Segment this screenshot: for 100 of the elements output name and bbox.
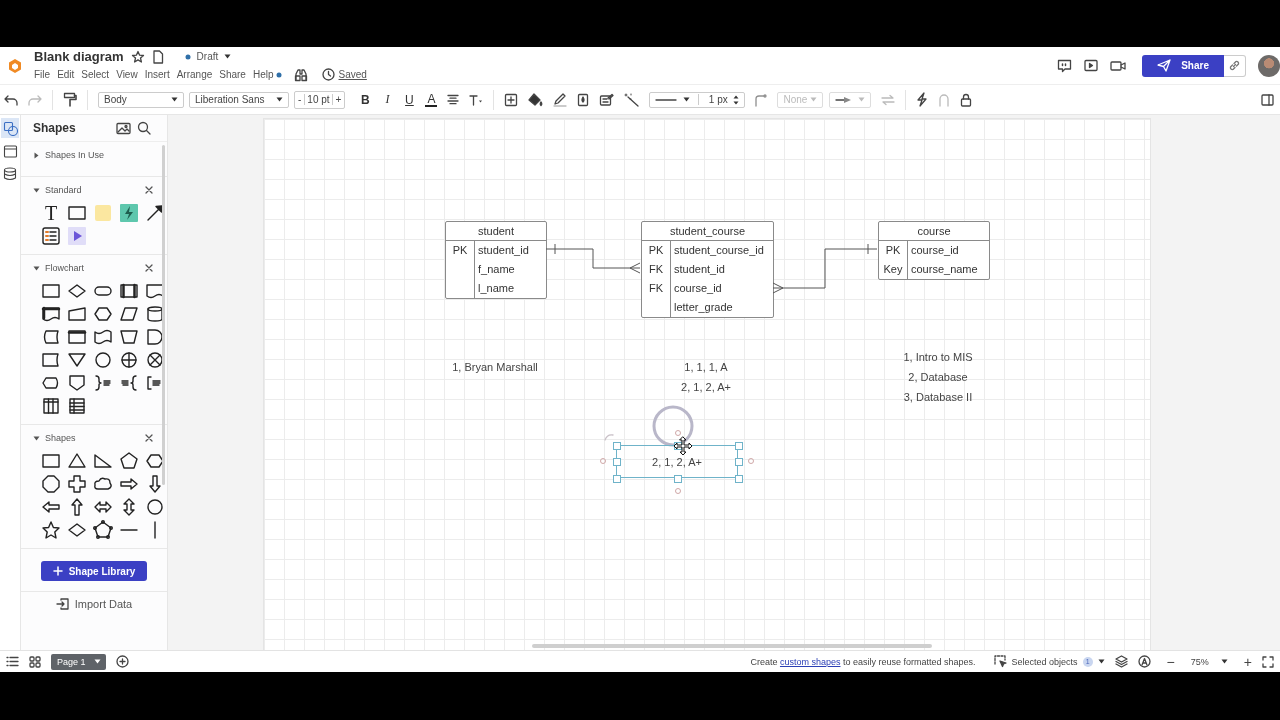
rotate-handle-icon[interactable] [604, 433, 614, 441]
circle-cross-icon[interactable] [145, 350, 165, 370]
document-icon[interactable] [145, 281, 165, 301]
line-end-dropdown[interactable] [829, 91, 872, 108]
align-icon[interactable] [447, 94, 460, 105]
delay-icon[interactable] [145, 327, 165, 347]
resize-handle[interactable] [735, 475, 743, 483]
entity-table[interactable]: student PK student_id f_name l_name [445, 221, 547, 299]
text-tool[interactable]: T [41, 203, 61, 223]
stored-data-icon[interactable] [41, 327, 61, 347]
list-table-icon[interactable] [67, 396, 87, 416]
text-label[interactable]: 1, Intro to MIS [903, 347, 973, 367]
magic-wand-icon[interactable] [624, 92, 640, 107]
hexagon-icon[interactable] [93, 304, 113, 324]
circle-icon[interactable] [145, 497, 165, 517]
menu-item[interactable]: Edit [57, 69, 75, 80]
search-icon[interactable] [137, 121, 151, 135]
status-dropdown[interactable]: Draft [184, 51, 232, 62]
brace-icon[interactable] [93, 373, 113, 393]
cross-icon[interactable] [67, 474, 87, 494]
off-page-icon[interactable] [67, 373, 87, 393]
share-button[interactable]: Share [1142, 54, 1224, 77]
menu-item[interactable]: Arrange [176, 69, 213, 80]
parallelogram-icon[interactable] [119, 304, 139, 324]
lock-icon[interactable] [960, 92, 973, 107]
entity-table[interactable]: student_course PK student_course_id FK student_id FK course_id letter_grade [641, 221, 774, 318]
entity-table[interactable]: course PK course_id Key course_name [878, 221, 990, 280]
binoculars-icon[interactable] [293, 67, 308, 82]
section-header[interactable]: Shapes [33, 433, 76, 443]
connector-style-icon[interactable] [755, 92, 768, 107]
manual-input-icon[interactable] [67, 304, 87, 324]
side-panel-icon[interactable] [1261, 93, 1274, 106]
shadow-icon[interactable] [577, 92, 590, 107]
cylinder-icon[interactable] [145, 304, 165, 324]
text-label[interactable]: 2, 1, 2, A+ [681, 377, 731, 397]
polygon-icon[interactable] [93, 520, 113, 540]
text-label[interactable]: 1, Bryan Marshall [452, 357, 538, 377]
font-dropdown[interactable]: Liberation Sans [189, 91, 289, 108]
underline-button[interactable]: U [403, 92, 416, 107]
format-painter-icon[interactable] [63, 92, 77, 107]
image-icon[interactable] [116, 121, 131, 135]
document-icon[interactable] [151, 49, 164, 64]
resize-handle[interactable] [674, 475, 682, 483]
custom-shapes-link[interactable]: custom shapes [779, 656, 841, 667]
style-icon[interactable] [599, 92, 615, 107]
rectangle-icon[interactable] [67, 203, 87, 223]
list-view-icon[interactable] [6, 656, 19, 667]
video-icon[interactable] [1110, 59, 1127, 72]
layers-icon[interactable] [1114, 655, 1128, 668]
close-icon[interactable] [145, 264, 153, 272]
italic-button[interactable]: I [381, 92, 394, 107]
menu-item[interactable]: View [116, 69, 138, 80]
font-size-stepper[interactable]: - 10 pt + [294, 90, 346, 109]
zoom-in-button[interactable]: + [1243, 653, 1252, 670]
octagon-icon[interactable] [41, 474, 61, 494]
document-icon[interactable] [41, 304, 61, 324]
zoom-out-button[interactable]: − [1166, 653, 1175, 670]
rectangle-icon[interactable] [41, 281, 61, 301]
grid-view-icon[interactable] [29, 655, 41, 668]
scrollbar[interactable] [162, 145, 165, 485]
line-style-dropdown[interactable]: 1 px [649, 91, 746, 108]
relationship-connector[interactable] [545, 243, 641, 274]
zoom-dropdown[interactable]: 75% [1190, 656, 1228, 667]
section-header[interactable]: Flowchart [33, 263, 84, 273]
circle-plus-icon[interactable] [119, 350, 139, 370]
import-data-link[interactable]: Import Data [55, 598, 133, 610]
circle-icon[interactable] [93, 350, 113, 370]
copy-link-button[interactable] [1224, 54, 1246, 77]
hexagon-icon[interactable] [145, 451, 165, 471]
bold-button[interactable]: B [359, 92, 372, 107]
menu-item[interactable]: Help [252, 69, 274, 80]
menu-item[interactable]: Share [219, 69, 246, 80]
card-icon[interactable] [41, 350, 61, 370]
close-icon[interactable] [145, 434, 153, 442]
section-header[interactable]: Standard [33, 185, 82, 195]
rectangle-icon[interactable] [41, 451, 61, 471]
menu-item[interactable]: Insert [144, 69, 170, 80]
fullscreen-icon[interactable] [1262, 655, 1274, 668]
text-label[interactable]: 2, Database [908, 367, 968, 387]
text-label[interactable]: 1, 1, 1, A [684, 357, 728, 377]
text-options-icon[interactable] [469, 93, 484, 106]
saved-link[interactable]: Saved [338, 69, 367, 80]
resize-handle[interactable] [613, 475, 621, 483]
present-icon[interactable] [1084, 59, 1099, 72]
comment-icon[interactable] [1057, 58, 1073, 73]
container-icon[interactable] [504, 92, 519, 107]
add-page-icon[interactable] [115, 655, 129, 668]
trapezoid-icon[interactable] [119, 327, 139, 347]
avatar[interactable] [1258, 54, 1280, 77]
diagram-title[interactable]: Blank diagram [34, 49, 124, 64]
star-icon[interactable] [41, 520, 61, 540]
star-icon[interactable] [130, 49, 145, 64]
line-color-icon[interactable] [553, 92, 568, 107]
relationship-connector[interactable] [772, 243, 878, 294]
lightning-icon[interactable] [119, 203, 139, 223]
text-label[interactable]: 3, Database II [903, 387, 973, 407]
brace-icon[interactable] [119, 373, 139, 393]
process-icon[interactable] [119, 281, 139, 301]
menu-item[interactable]: Select [81, 69, 110, 80]
fill-color-icon[interactable] [528, 92, 544, 107]
